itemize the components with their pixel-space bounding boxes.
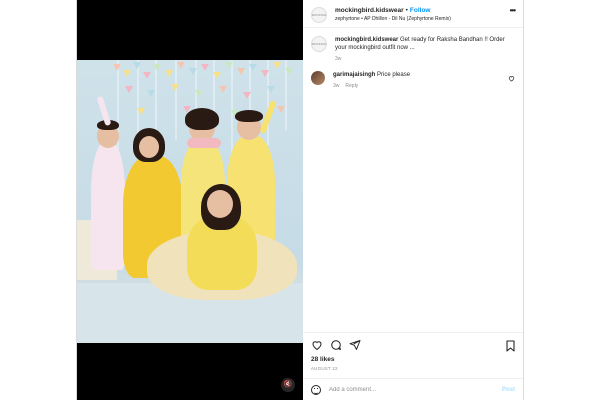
comment-icon[interactable] [330,339,342,351]
follow-button[interactable]: Follow [410,7,431,14]
comment-author[interactable]: garimajaisingh [333,72,375,78]
caption-time[interactable]: 3w [335,56,341,62]
post-comment-button[interactable]: Post [502,387,515,393]
child-figure [91,142,125,270]
caption: MOCKING mockingbird.kidswear Get ready f… [310,36,515,63]
comment-time[interactable]: 3w [333,83,339,89]
post-photo [77,60,303,343]
author-avatar[interactable]: MOCKING [310,36,327,52]
volume-muted-icon[interactable]: 🔇 [280,378,295,392]
page: 🔇 MOCKING mockingbird.kidswear • Follow ze… [0,0,600,400]
caption-author[interactable]: mockingbird.kidswear [335,37,398,43]
heart-icon[interactable] [311,339,323,351]
comment-input[interactable] [328,386,489,393]
more-horizontal-icon[interactable]: ••• [510,6,516,15]
commenter-avatar[interactable] [310,71,325,85]
comment-item: garimajaisingh Price please 3w Reply [310,71,515,90]
post-date[interactable]: AUGUST 22 [303,366,523,378]
post-sidebar: MOCKING mockingbird.kidswear • Follow zeph… [302,0,523,400]
reply-button[interactable]: Reply [345,83,358,89]
comment-like-heart-icon[interactable] [508,75,515,84]
add-comment-bar: Post [302,378,523,400]
comment-text: Price please [377,72,411,78]
post-media[interactable]: 🔇 [77,0,303,400]
share-icon[interactable] [349,339,361,351]
audio-attribution[interactable]: zephyrtone • AP Dhillon - Dil Nu (Zephyr… [335,15,451,24]
post-header: MOCKING mockingbird.kidswear • Follow zeph… [302,0,523,28]
post-header-text: mockingbird.kidswear • Follow zephyrtone •… [335,6,451,24]
instagram-post-modal: 🔇 MOCKING mockingbird.kidswear • Follow ze… [76,0,524,400]
author-avatar[interactable]: MOCKING [310,7,327,23]
bookmark-icon[interactable] [506,339,515,352]
separator-dot: • [405,7,408,14]
post-actions [302,332,523,356]
likes-count[interactable]: 28 likes [303,356,523,366]
comments-section: MOCKING mockingbird.kidswear Get ready f… [303,28,523,332]
emoji-icon[interactable] [310,384,321,395]
author-username[interactable]: mockingbird.kidswear [335,7,404,14]
